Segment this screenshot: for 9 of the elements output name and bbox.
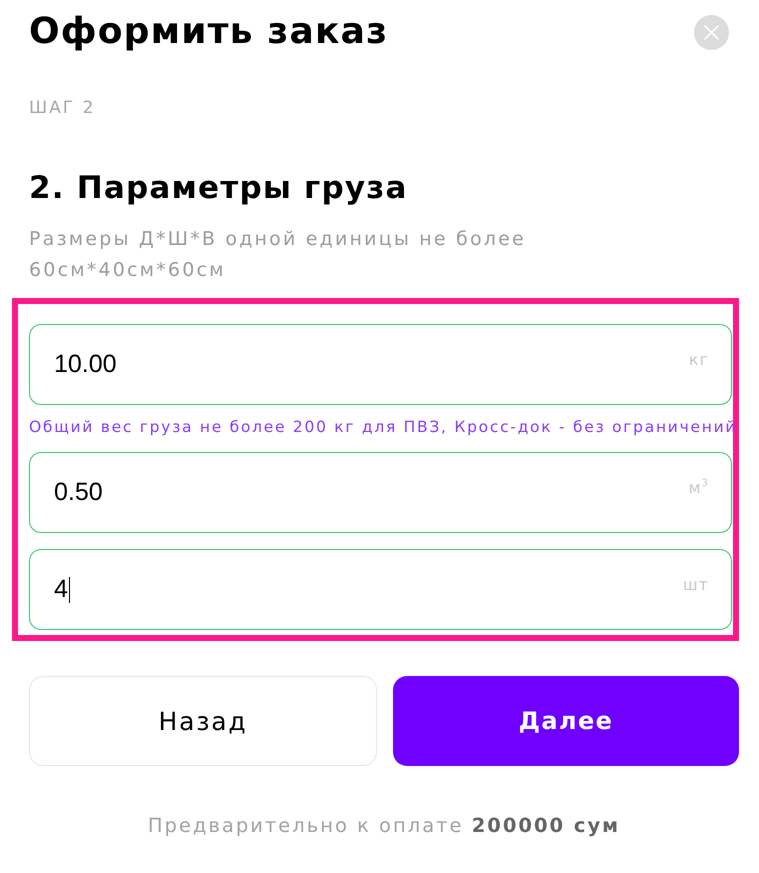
size-limit-note: Размеры Д*Ш*В одной единицы не более 60см*40см*60см — [29, 227, 527, 283]
back-button[interactable]: Назад — [29, 676, 377, 766]
next-button[interactable]: Далее — [393, 676, 739, 766]
close-icon — [704, 24, 719, 40]
close-button[interactable] — [694, 14, 729, 50]
section-heading: 2. Параметры груза — [29, 170, 408, 206]
dialog-title: Оформить заказ — [29, 10, 388, 54]
step-label: ШАГ 2 — [29, 98, 96, 118]
prepayment-text: Предварительно к оплате 200000 сум — [148, 814, 620, 838]
